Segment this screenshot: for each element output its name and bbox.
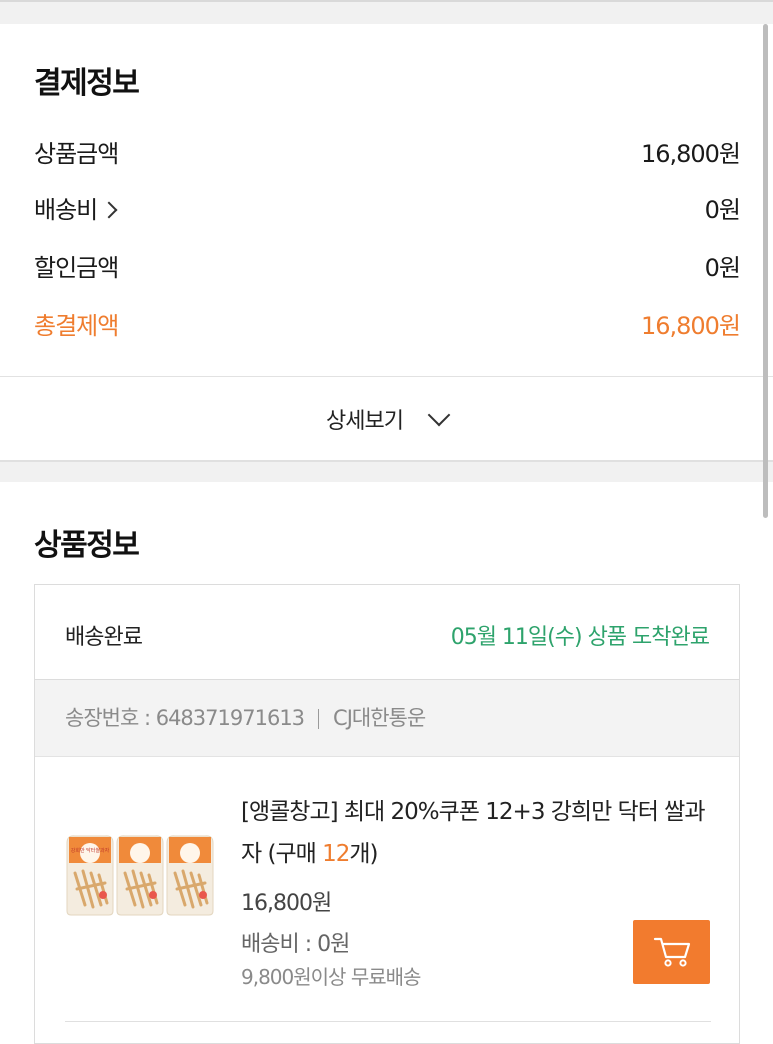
cart-icon xyxy=(653,937,690,967)
payment-row-shipping[interactable]: 배송비 0원 xyxy=(34,190,741,230)
courier-name: CJ대한통운 xyxy=(333,706,426,730)
product-amount-label: 상품금액 xyxy=(34,140,119,168)
snack-bag-3 xyxy=(166,835,214,916)
payment-row-product-amount: 상품금액 16,800원 xyxy=(34,134,741,174)
payment-info-title: 결제정보 xyxy=(34,66,140,101)
chevron-right-icon xyxy=(100,201,118,219)
section-gap-band xyxy=(0,460,773,482)
shipping-fee-link[interactable]: 배송비 xyxy=(34,190,118,225)
invoice-number: 송장번호 : 648371971613 xyxy=(65,706,305,730)
shipping-fee-value: 0원 xyxy=(704,196,741,224)
top-section-band xyxy=(0,0,773,24)
discount-amount-label: 할인금액 xyxy=(34,254,119,282)
view-details-button[interactable]: 상세보기 xyxy=(0,377,773,461)
purchase-quantity: 12 xyxy=(322,841,350,867)
order-item-card: 배송완료 05월 11일(수) 상품 도착완료 송장번호 : 648371971… xyxy=(34,584,740,1044)
add-to-cart-button[interactable] xyxy=(633,920,710,984)
product-shipping-fee: 배송비 : 0원 xyxy=(241,932,350,957)
chevron-down-icon xyxy=(427,403,451,427)
payment-row-total: 총결제액 16,800원 xyxy=(34,306,741,346)
total-payment-label: 총결제액 xyxy=(34,312,119,340)
scrollbar[interactable] xyxy=(763,24,768,518)
discount-amount-value: 0원 xyxy=(704,254,741,282)
product-thumbnail[interactable]: 강희만 닥터쌀과자 xyxy=(65,833,215,917)
product-price: 16,800원 xyxy=(241,891,332,916)
delivery-status-row: 배송완료 05월 11일(수) 상품 도착완료 xyxy=(35,585,739,680)
package-label: 강희만 닥터쌀과자 xyxy=(71,847,110,854)
product-name-link[interactable]: [앵콜창고] 최대 20%쿠폰 12+3 강희만 닥터 쌀과자 (구매 12개) xyxy=(241,791,721,875)
shipping-fee-label: 배송비 xyxy=(34,196,98,224)
free-shipping-condition: 9,800원이상 무료배송 xyxy=(241,965,421,989)
snack-bag-2 xyxy=(116,835,164,916)
product-name: [앵콜창고] 최대 20%쿠폰 12+3 강희만 닥터 쌀과자 (구매 xyxy=(241,799,706,867)
product-amount-value: 16,800원 xyxy=(640,140,741,168)
total-payment-value: 16,800원 xyxy=(640,312,741,340)
snack-bag-1: 강희만 닥터쌀과자 xyxy=(66,835,114,916)
product-info-title: 상품정보 xyxy=(34,528,140,563)
product-name-suffix: 개) xyxy=(349,841,378,867)
delivery-arrival-date: 05월 11일(수) 상품 도착완료 xyxy=(450,625,710,650)
payment-row-discount: 할인금액 0원 xyxy=(34,248,741,288)
item-divider xyxy=(65,1021,711,1022)
view-details-label: 상세보기 xyxy=(326,409,404,434)
invoice-separator xyxy=(318,709,320,729)
invoice-row: 송장번호 : 648371971613 CJ대한통운 xyxy=(35,680,739,757)
delivery-status: 배송완료 xyxy=(65,625,143,650)
